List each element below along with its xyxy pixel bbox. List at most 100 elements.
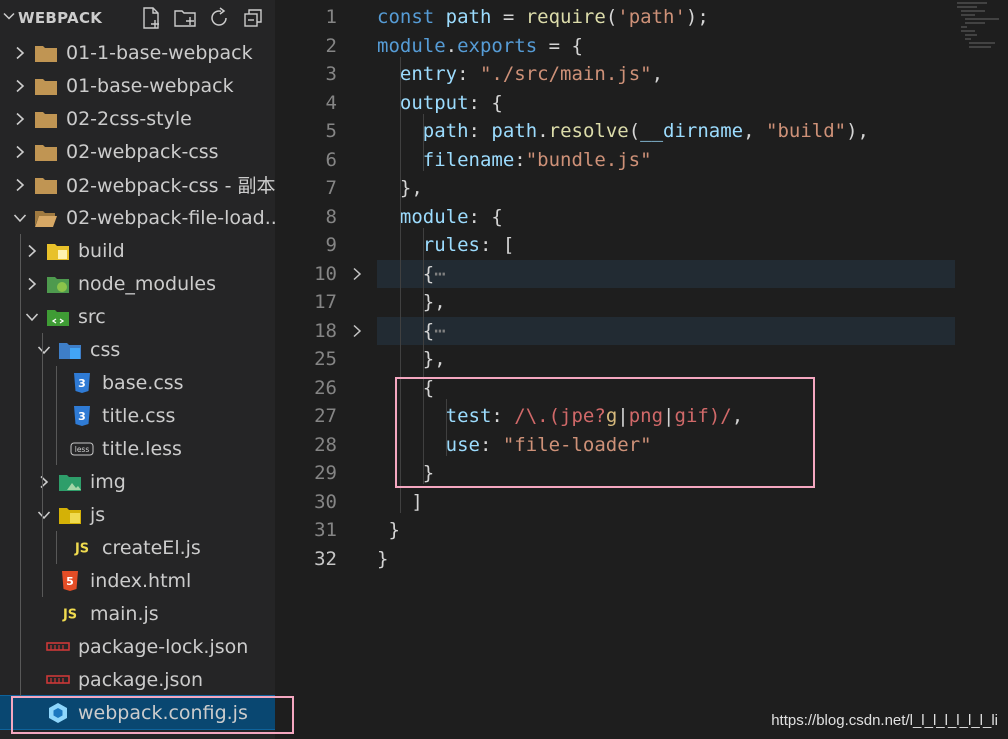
code-line[interactable]: 26 {: [275, 374, 955, 403]
tree-item-node-modules[interactable]: node_modules: [0, 267, 275, 300]
code-token: /\.(jpe?: [514, 405, 606, 428]
indent-guide: [400, 57, 401, 513]
tree-item-01-base-webpack[interactable]: 01-base-webpack: [0, 69, 275, 102]
tree-item-webpack-config-js[interactable]: webpack.config.js: [0, 695, 275, 730]
tree-item-label: js: [90, 503, 106, 526]
code-line[interactable]: 18 {⋯: [275, 316, 955, 345]
code-token: ,: [731, 405, 744, 428]
code-token: :: [457, 63, 480, 86]
tree-item-main-js[interactable]: JS main.js: [0, 597, 275, 630]
line-number: 31: [314, 519, 337, 542]
tree-item-label: createEl.js: [102, 536, 201, 559]
line-number: 32: [314, 547, 337, 570]
chevron-right-icon: [10, 112, 30, 126]
tree-item-02-webpack-css[interactable]: 02-webpack-css - 副本: [0, 168, 275, 201]
folder-icon: [34, 141, 58, 163]
npm-icon: [46, 636, 70, 658]
code-line[interactable]: 10 {⋯: [275, 259, 955, 288]
tree-item-label: build: [78, 239, 125, 262]
code-token: :: [479, 433, 503, 456]
tree-item-package-json[interactable]: package.json: [0, 663, 275, 696]
tree-item-label: title.css: [102, 404, 176, 427]
code-line[interactable]: 27 test: /\.(jpe? g | png | gif)/,: [275, 402, 955, 431]
code-content: ]: [377, 488, 955, 517]
folder-icon: [34, 75, 58, 97]
collapse-all-icon[interactable]: [241, 6, 265, 30]
new-file-icon[interactable]: [139, 6, 163, 30]
code-token: },: [377, 348, 446, 371]
svg-text:5: 5: [66, 575, 74, 588]
folder-css-icon: [58, 339, 82, 361]
refresh-icon[interactable]: [207, 6, 231, 30]
code-content: },: [377, 345, 955, 374]
indent-guide: [56, 531, 57, 564]
code-line[interactable]: 4 output: {: [275, 89, 955, 118]
code-line[interactable]: 32}: [275, 545, 955, 574]
tree-item-label: img: [90, 470, 126, 493]
line-number: 18: [314, 319, 337, 342]
js-file-icon: JS: [70, 537, 94, 559]
html-file-icon: 5: [58, 570, 82, 592]
line-number: 5: [325, 120, 337, 143]
code-line[interactable]: 3 entry: "./src/main.js",: [275, 60, 955, 89]
line-number: 28: [314, 433, 337, 456]
js-file-icon: JS: [58, 603, 82, 625]
tree-item-label: 01-base-webpack: [66, 74, 234, 97]
code-line[interactable]: 5 path: path. resolve(__dirname, "build")…: [275, 117, 955, 146]
code-content: {: [377, 374, 955, 403]
tree-item-build[interactable]: build: [0, 234, 275, 267]
chevron-right-icon: [34, 475, 54, 489]
code-content: {⋯: [377, 259, 955, 288]
code-line[interactable]: 17 },: [275, 288, 955, 317]
code-token: "file-loader": [502, 433, 652, 456]
code-token: .: [445, 34, 458, 57]
code-token: (: [605, 6, 618, 29]
tree-item-01-1-base-webpack[interactable]: 01-1-base-webpack: [0, 36, 275, 69]
new-folder-icon[interactable]: [173, 6, 197, 30]
code-line[interactable]: 8 module: {: [275, 203, 955, 232]
tree-item-label: 02-webpack-file-load...: [66, 206, 275, 229]
tree-item-src[interactable]: src: [0, 300, 275, 333]
chevron-right-icon: [10, 79, 30, 93]
code-line[interactable]: 6 filename: "bundle.js": [275, 146, 955, 175]
code-token: |: [617, 405, 629, 428]
code-line[interactable]: 30 ]: [275, 488, 955, 517]
code-token: :: [514, 148, 526, 171]
tree-item-package-lock-json[interactable]: package-lock.json: [0, 630, 275, 663]
webpack-icon: [46, 702, 70, 724]
code-line[interactable]: 28 use: "file-loader": [275, 431, 955, 460]
code-token: module: [377, 34, 446, 57]
tree-item-label: 01-1-base-webpack: [66, 41, 253, 64]
line-number: 3: [325, 63, 337, 86]
code-line[interactable]: 29 }: [275, 459, 955, 488]
explorer-header[interactable]: WEBPACK: [0, 0, 275, 36]
tree-item-02-webpack-file-load[interactable]: 02-webpack-file-load...: [0, 201, 275, 234]
chevron-down-icon: [10, 212, 30, 224]
code-token: entry: [399, 63, 458, 86]
code-token: =: [491, 6, 526, 29]
code-line[interactable]: 1 const path = require('path');: [275, 3, 955, 32]
tree-item-label: 02-webpack-css: [66, 140, 219, 163]
fold-expand-icon[interactable]: [337, 267, 377, 281]
code-line[interactable]: 7 },: [275, 174, 955, 203]
code-line[interactable]: 31 }: [275, 516, 955, 545]
code-editor[interactable]: 1 const path = require('path'); 2 module. ex…: [275, 0, 1008, 739]
code-token: {: [377, 262, 435, 285]
folder-icon: [34, 42, 58, 64]
less-file-icon: less: [70, 438, 94, 460]
code-content: rules: [: [377, 231, 955, 260]
minimap[interactable]: [953, 0, 1008, 100]
line-number: 25: [314, 348, 337, 371]
code-line[interactable]: 9 rules: [: [275, 231, 955, 260]
code-content: module: {: [377, 203, 955, 232]
tree-item-02-2css-style[interactable]: 02-2css-style: [0, 102, 275, 135]
tree-item-02-webpack-css[interactable]: 02-webpack-css: [0, 135, 275, 168]
fold-expand-icon[interactable]: [337, 324, 377, 338]
code-line[interactable]: 2 module. exports = {: [275, 32, 955, 61]
line-number: 2: [325, 34, 337, 57]
code-line[interactable]: 25 },: [275, 345, 955, 374]
folder-icon: [34, 108, 58, 130]
indent-guide: [446, 399, 447, 456]
